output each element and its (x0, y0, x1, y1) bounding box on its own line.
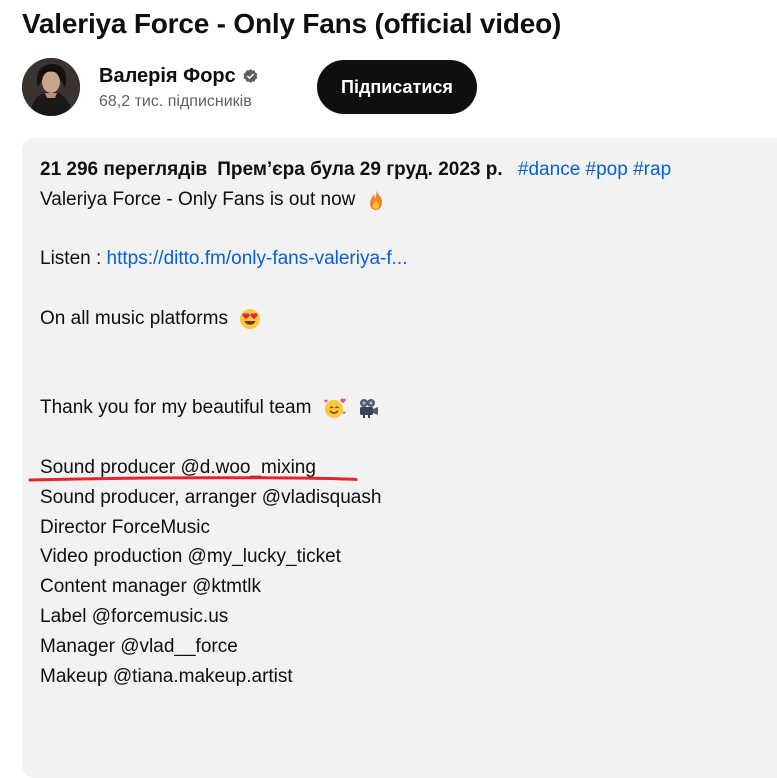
subscriber-count: 68,2 тис. підписників (99, 93, 252, 110)
view-count: 21 296 переглядів (40, 159, 208, 180)
platforms-text: On all music platforms (40, 307, 228, 329)
credit-line: Manager @vlad__force (40, 635, 238, 657)
hashtag-dance[interactable]: #dance (518, 159, 580, 180)
avatar-image (22, 58, 80, 116)
video-title: Valeriya Force - Only Fans (official vid… (22, 8, 562, 39)
credit-line: Content manager @ktmtlk (40, 576, 261, 598)
subscribe-button[interactable]: Підписатися (317, 60, 477, 114)
listen-line: Listen : https://ditto.fm/only-fans-vale… (40, 244, 760, 274)
credit-line: Sound producer, arranger @vladisquash (40, 486, 382, 508)
platforms-line: On all music platforms (40, 304, 760, 334)
fire-icon (369, 189, 382, 210)
thanks-line: Thank you for my beautiful team (40, 393, 760, 423)
credit-line: Makeup @tiana.makeup.artist (40, 665, 293, 687)
premiere-date: Прем’єра була 29 груд. 2023 р. (217, 159, 503, 180)
credit-line: Label @forcemusic.us (40, 605, 229, 627)
smiling-face-with-hearts-icon (323, 398, 346, 419)
description-intro-line: Valeriya Force - Only Fans is out now (40, 185, 760, 215)
red-underline-annotation (28, 476, 358, 482)
movie-camera-icon (359, 399, 378, 419)
hashtag-rap[interactable]: #rap (633, 159, 671, 180)
channel-name-row: Валерія Форс (99, 63, 299, 89)
description-intro: Valeriya Force - Only Fans is out now (40, 188, 356, 210)
thanks-text: Thank you for my beautiful team (40, 397, 312, 419)
description-content: 21 296 переглядів Прем’єра була 29 груд. … (40, 155, 760, 691)
channel-info: Валерія Форс 68,2 тис. підписників (99, 63, 299, 111)
credit-line: Director ForceMusic (40, 516, 210, 538)
credit-line: Video production @my_lucky_ticket (40, 546, 341, 568)
channel-name[interactable]: Валерія Форс (99, 65, 236, 88)
channel-row: Валерія Форс 68,2 тис. підписників Підпи… (22, 56, 477, 118)
listen-label: Listen : (40, 248, 102, 270)
verified-icon (243, 68, 258, 83)
description-meta: 21 296 переглядів Прем’єра була 29 груд. … (40, 155, 760, 185)
hashtag-pop[interactable]: #pop (586, 159, 628, 180)
channel-avatar[interactable] (22, 58, 80, 116)
heart-eyes-icon (240, 308, 261, 329)
listen-link[interactable]: https://ditto.fm/only-fans-valeriya-f... (107, 248, 408, 269)
